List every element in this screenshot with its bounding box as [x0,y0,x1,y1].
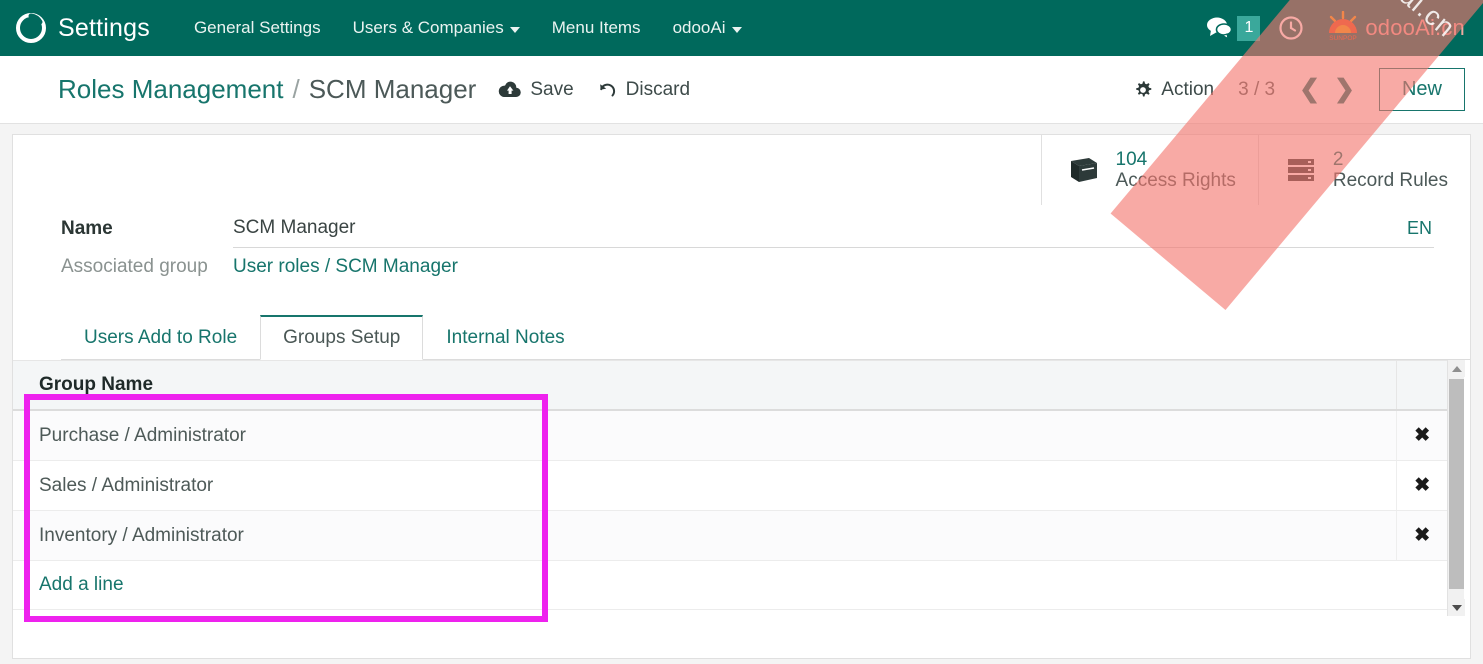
discard-button[interactable]: Discard [596,79,690,101]
action-label: Action [1161,79,1214,101]
sheet-area: 104 Access Rights [0,124,1483,664]
control-panel: Roles Management / SCM Manager Save Disc… [0,56,1483,124]
close-x-icon: ✖ [1414,475,1430,496]
pager-arrows: ❮ ❯ [1299,77,1355,102]
chevron-right-icon[interactable]: ❯ [1334,77,1355,102]
book-icon [1064,156,1104,184]
notebook-tab-strip: Users Add to Role Groups Setup Internal … [61,314,1470,360]
control-panel-right: Action 3 / 3 ❮ ❯ New [1133,68,1465,111]
breadcrumb-current: SCM Manager [309,74,477,105]
breadcrumb-parent[interactable]: Roles Management [58,74,283,105]
close-x-icon: ✖ [1414,425,1430,446]
table-row[interactable]: Sales / Administrator ✖ [13,461,1448,511]
nav-item-general-settings[interactable]: General Settings [178,12,337,44]
name-translation-button[interactable]: EN [1397,218,1434,239]
discard-label: Discard [626,79,690,101]
form-body: Name SCM Manager EN Associated group Use… [13,217,1470,610]
name-input[interactable]: SCM Manager [233,217,1397,239]
new-button[interactable]: New [1379,68,1465,111]
activities-menu[interactable] [1278,15,1304,41]
sunpop-sunrise-icon: SUNPOP [1322,11,1364,46]
stat-button-access-rights[interactable]: 104 Access Rights [1041,135,1258,205]
watermark-brand: SUNPOP odooAi.cn [1322,11,1473,46]
table-scrollbar[interactable] [1447,360,1464,616]
nav-item-menu-items[interactable]: Menu Items [536,12,657,44]
stat-button-box: 104 Access Rights [1041,135,1470,205]
pager-counter: 3 / 3 [1238,79,1275,101]
cell-group-name[interactable]: Purchase / Administrator [13,410,1396,461]
stat-button-record-rules[interactable]: 2 Record Rules [1258,135,1470,205]
field-row-associated-group: Associated group User roles / SCM Manage… [13,256,1470,286]
watermark-brand-text: odooAi.cn [1365,15,1465,41]
caret-up-icon [1452,366,1462,372]
row-delete-button[interactable]: ✖ [1396,410,1448,461]
app-root: Settings General Settings Users & Compan… [0,0,1483,664]
messages-count-badge: 1 [1237,16,1260,41]
gear-icon [1133,80,1153,100]
add-line-cell: Add a line [13,561,1448,610]
cell-group-name[interactable]: Sales / Administrator [13,461,1396,511]
row-delete-button[interactable]: ✖ [1396,511,1448,561]
stat-label: Record Rules [1333,170,1448,191]
chevron-down-icon [732,27,742,33]
name-field-label: Name [61,218,233,248]
record-actions: Save Discard [498,79,690,101]
scrollbar-thumb[interactable] [1449,379,1464,589]
nav-item-users-companies[interactable]: Users & Companies [337,12,536,44]
navbar-menu: General Settings Users & Companies Menu … [178,12,758,44]
groups-table: Group Name Purchase / Administrator ✖ Sa… [13,360,1448,610]
save-label: Save [530,79,573,101]
nav-item-label: Menu Items [552,18,641,38]
stat-label: Access Rights [1116,170,1236,191]
row-delete-button[interactable]: ✖ [1396,461,1448,511]
clock-icon [1278,15,1304,41]
nav-item-label: General Settings [194,18,321,38]
scrollbar-down-button[interactable] [1448,599,1465,616]
cell-group-name[interactable]: Inventory / Administrator [13,511,1396,561]
tab-internal-notes[interactable]: Internal Notes [423,316,587,360]
nav-item-odooai[interactable]: odooAi [657,12,758,44]
breadcrumb-separator: / [292,74,299,105]
table-body: Purchase / Administrator ✖ Sales / Admin… [13,410,1448,610]
action-menu-button[interactable]: Action [1133,79,1214,101]
field-row-name: Name SCM Manager EN [13,217,1470,248]
notebook: Users Add to Role Groups Setup Internal … [13,314,1470,360]
messages-menu[interactable]: 1 [1205,16,1260,41]
cloud-upload-icon [498,80,522,100]
tab-groups-setup[interactable]: Groups Setup [260,315,423,360]
chevron-down-icon [510,27,520,33]
server-list-icon [1281,156,1321,184]
groups-grid: Group Name Purchase / Administrator ✖ Sa… [13,360,1471,610]
navbar-systray: 1 SUNPOP [1205,0,1483,56]
tab-users-add-to-role[interactable]: Users Add to Role [61,316,260,360]
table-row[interactable]: Purchase / Administrator ✖ [13,410,1448,461]
close-x-icon: ✖ [1414,525,1430,546]
associated-group-link[interactable]: User roles / SCM Manager [233,256,458,278]
form-sheet: 104 Access Rights [12,134,1471,659]
associated-group-field-label: Associated group [61,256,233,286]
save-button[interactable]: Save [498,79,573,101]
chat-bubbles-icon [1205,16,1235,40]
odoo-o-logo-icon[interactable] [14,11,48,45]
svg-text:SUNPOP: SUNPOP [1330,35,1357,41]
stat-value: 2 [1333,149,1448,170]
chevron-left-icon[interactable]: ❮ [1299,77,1320,102]
stat-value: 104 [1116,149,1236,170]
app-title: Settings [58,14,150,43]
nav-item-label: Users & Companies [353,18,504,38]
table-head: Group Name [13,361,1448,411]
add-line-row[interactable]: Add a line [13,561,1448,610]
top-navbar: Settings General Settings Users & Compan… [0,0,1483,56]
column-header-delete [1396,361,1448,411]
table-row[interactable]: Inventory / Administrator ✖ [13,511,1448,561]
add-a-line-link[interactable]: Add a line [39,574,124,595]
breadcrumb: Roles Management / SCM Manager [58,74,476,105]
scrollbar-up-button[interactable] [1448,360,1465,377]
column-header-group-name[interactable]: Group Name [13,361,1396,411]
nav-item-label: odooAi [673,18,726,38]
table-header-row: Group Name [13,361,1448,411]
undo-icon [596,80,618,100]
caret-down-icon [1452,605,1462,611]
